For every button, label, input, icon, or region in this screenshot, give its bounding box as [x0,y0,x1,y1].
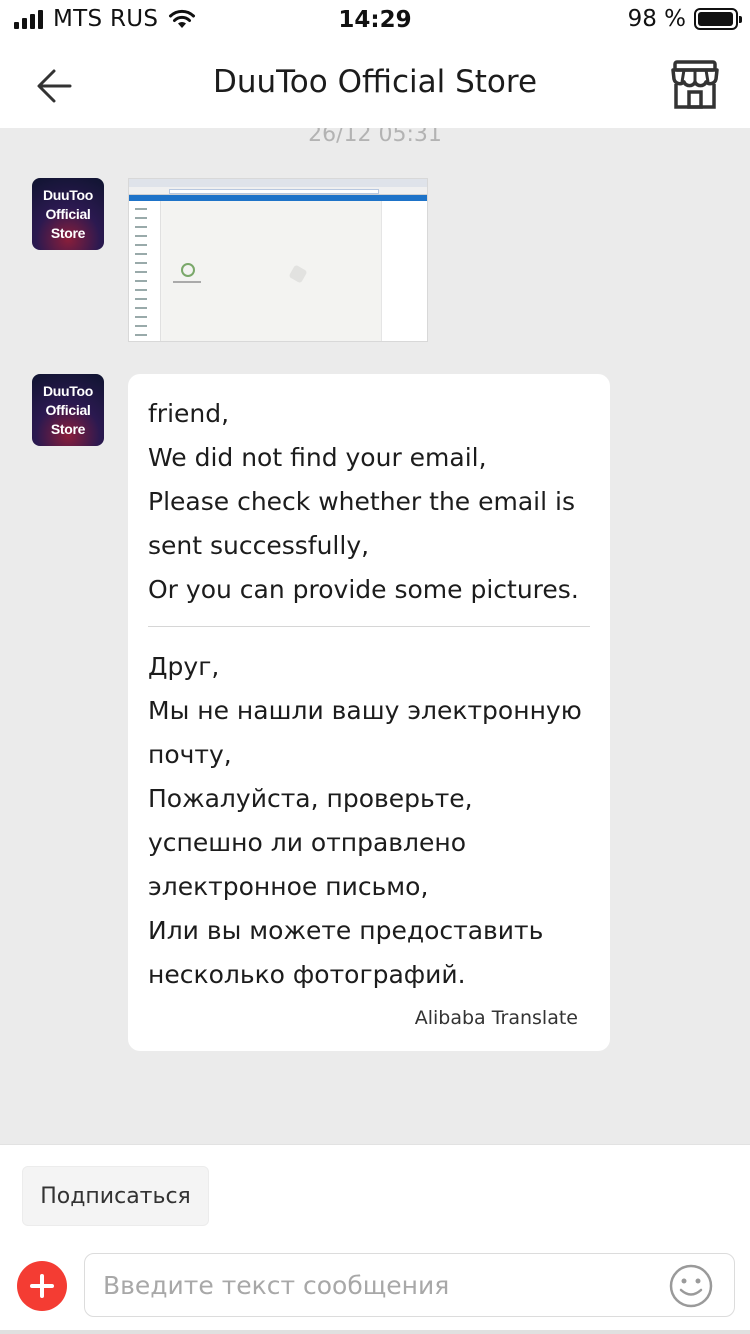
battery-icon [694,8,742,30]
text-message-bubble[interactable]: friend, We did not find your email, Plea… [128,374,610,1051]
screenshot-url-field [169,189,379,194]
chat-history[interactable]: 26/12 05:31 DuuToo Official Store DuuToo… [0,128,750,1144]
store-avatar[interactable]: DuuToo Official Store [32,374,104,446]
message-original-text: friend, We did not find your email, Plea… [148,399,579,604]
screenshot-caption [173,281,201,283]
battery-percentage: 98 % [627,6,686,32]
store-avatar[interactable]: DuuToo Official Store [32,178,104,250]
smiley-icon[interactable] [668,1263,714,1309]
screenshot-sidebar [129,201,161,341]
storefront-icon[interactable] [668,58,722,112]
avatar-logo-text: DuuToo Official Store [42,186,94,241]
composer-panel: Подписаться [0,1144,750,1334]
message-timestamp: 26/12 05:31 [308,128,442,147]
bottom-divider [0,1330,750,1334]
page-title: DuuToo Official Store [212,64,538,100]
message-input-box[interactable] [84,1253,735,1317]
subscribe-button[interactable]: Подписаться [22,1166,209,1226]
battery-level-fill [698,12,734,26]
translator-label: Alibaba Translate [414,1007,578,1029]
message-input[interactable] [103,1254,663,1316]
screenshot-search-icon [181,263,195,277]
screenshot-browser-tabs [129,179,427,187]
navigation-bar: DuuToo Official Store [0,42,750,128]
status-bar: MTS RUS 14:29 98 % [0,0,750,42]
image-message[interactable] [128,178,428,342]
avatar-logo-text: DuuToo Official Store [42,382,94,437]
screenshot-right-panel [381,201,427,341]
message-translated-text: Друг, Мы не нашли вашу электронную почту… [148,652,582,989]
plus-circle-icon[interactable] [17,1261,67,1311]
translation-divider [148,626,590,627]
screenshot-content [163,203,381,341]
